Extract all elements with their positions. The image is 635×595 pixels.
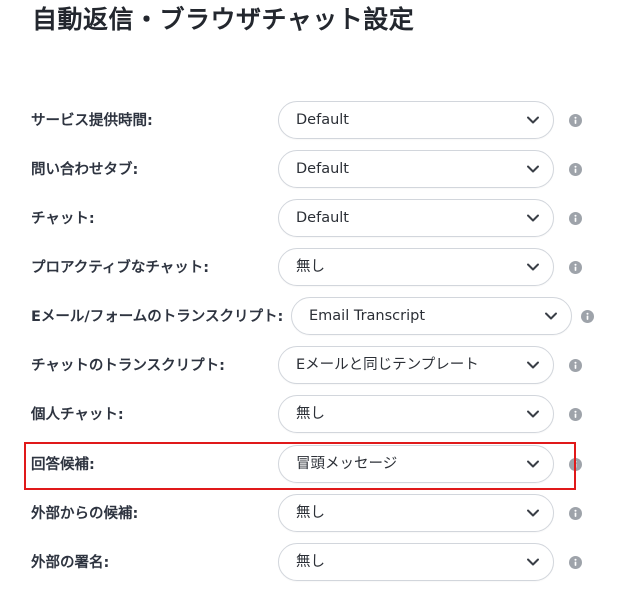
select-value: Default — [296, 161, 349, 177]
setting-row-chat-transcript: チャットのトランスクリプト: Eメールと同じテンプレート — [0, 346, 635, 386]
setting-label: 外部の署名: — [31, 555, 110, 571]
info-icon[interactable] — [569, 359, 582, 372]
setting-row-service-hours: サービス提供時間: Default — [0, 101, 635, 141]
chevron-down-icon — [527, 410, 539, 418]
info-icon[interactable] — [569, 114, 582, 127]
setting-label: Eメール/フォームのトランスクリプト: — [31, 309, 284, 325]
setting-label: チャット: — [31, 211, 95, 227]
select-value: 無し — [296, 505, 325, 521]
setting-label: 問い合わせタブ: — [31, 162, 139, 178]
setting-label: チャットのトランスクリプト: — [31, 358, 225, 374]
personal-chat-select[interactable]: 無し — [278, 395, 554, 433]
highlight-box — [24, 442, 576, 490]
info-icon[interactable] — [569, 163, 582, 176]
proactive-chat-select[interactable]: 無し — [278, 248, 554, 286]
chevron-down-icon — [527, 558, 539, 566]
setting-row-external-signature: 外部の署名: 無し — [0, 543, 635, 583]
setting-row-email-form-transcript: Eメール/フォームのトランスクリプト: Email Transcript — [0, 297, 635, 337]
setting-label: プロアクティブなチャット: — [31, 260, 210, 276]
chevron-down-icon — [527, 263, 539, 271]
select-value: Default — [296, 210, 349, 226]
select-value: 無し — [296, 259, 325, 275]
select-value: Eメールと同じテンプレート — [296, 357, 479, 373]
setting-row-chat: チャット: Default — [0, 199, 635, 239]
setting-row-external-suggestions: 外部からの候補: 無し — [0, 494, 635, 534]
chevron-down-icon — [527, 165, 539, 173]
select-value: 無し — [296, 406, 325, 422]
info-icon[interactable] — [569, 408, 582, 421]
contact-tab-select[interactable]: Default — [278, 150, 554, 188]
chevron-down-icon — [527, 214, 539, 222]
chevron-down-icon — [527, 509, 539, 517]
page-title: 自動返信・ブラウザチャット設定 — [32, 5, 415, 34]
select-value: Email Transcript — [309, 308, 426, 324]
setting-label: 個人チャット: — [31, 407, 124, 423]
setting-row-proactive-chat: プロアクティブなチャット: 無し — [0, 248, 635, 288]
info-icon[interactable] — [581, 310, 594, 323]
setting-row-contact-tab: 問い合わせタブ: Default — [0, 150, 635, 190]
chevron-down-icon — [527, 116, 539, 124]
email-form-transcript-select[interactable]: Email Transcript — [291, 297, 572, 335]
service-hours-select[interactable]: Default — [278, 101, 554, 139]
setting-label: サービス提供時間: — [31, 113, 153, 129]
select-value: Default — [296, 112, 349, 128]
select-value: 無し — [296, 554, 325, 570]
setting-label: 外部からの候補: — [31, 506, 139, 522]
chevron-down-icon — [527, 361, 539, 369]
info-icon[interactable] — [569, 556, 582, 569]
external-signature-select[interactable]: 無し — [278, 543, 554, 581]
info-icon[interactable] — [569, 212, 582, 225]
chat-select[interactable]: Default — [278, 199, 554, 237]
info-icon[interactable] — [569, 261, 582, 274]
chat-transcript-select[interactable]: Eメールと同じテンプレート — [278, 346, 554, 384]
info-icon[interactable] — [569, 507, 582, 520]
setting-row-personal-chat: 個人チャット: 無し — [0, 395, 635, 435]
chevron-down-icon — [545, 312, 557, 320]
external-suggestions-select[interactable]: 無し — [278, 494, 554, 532]
